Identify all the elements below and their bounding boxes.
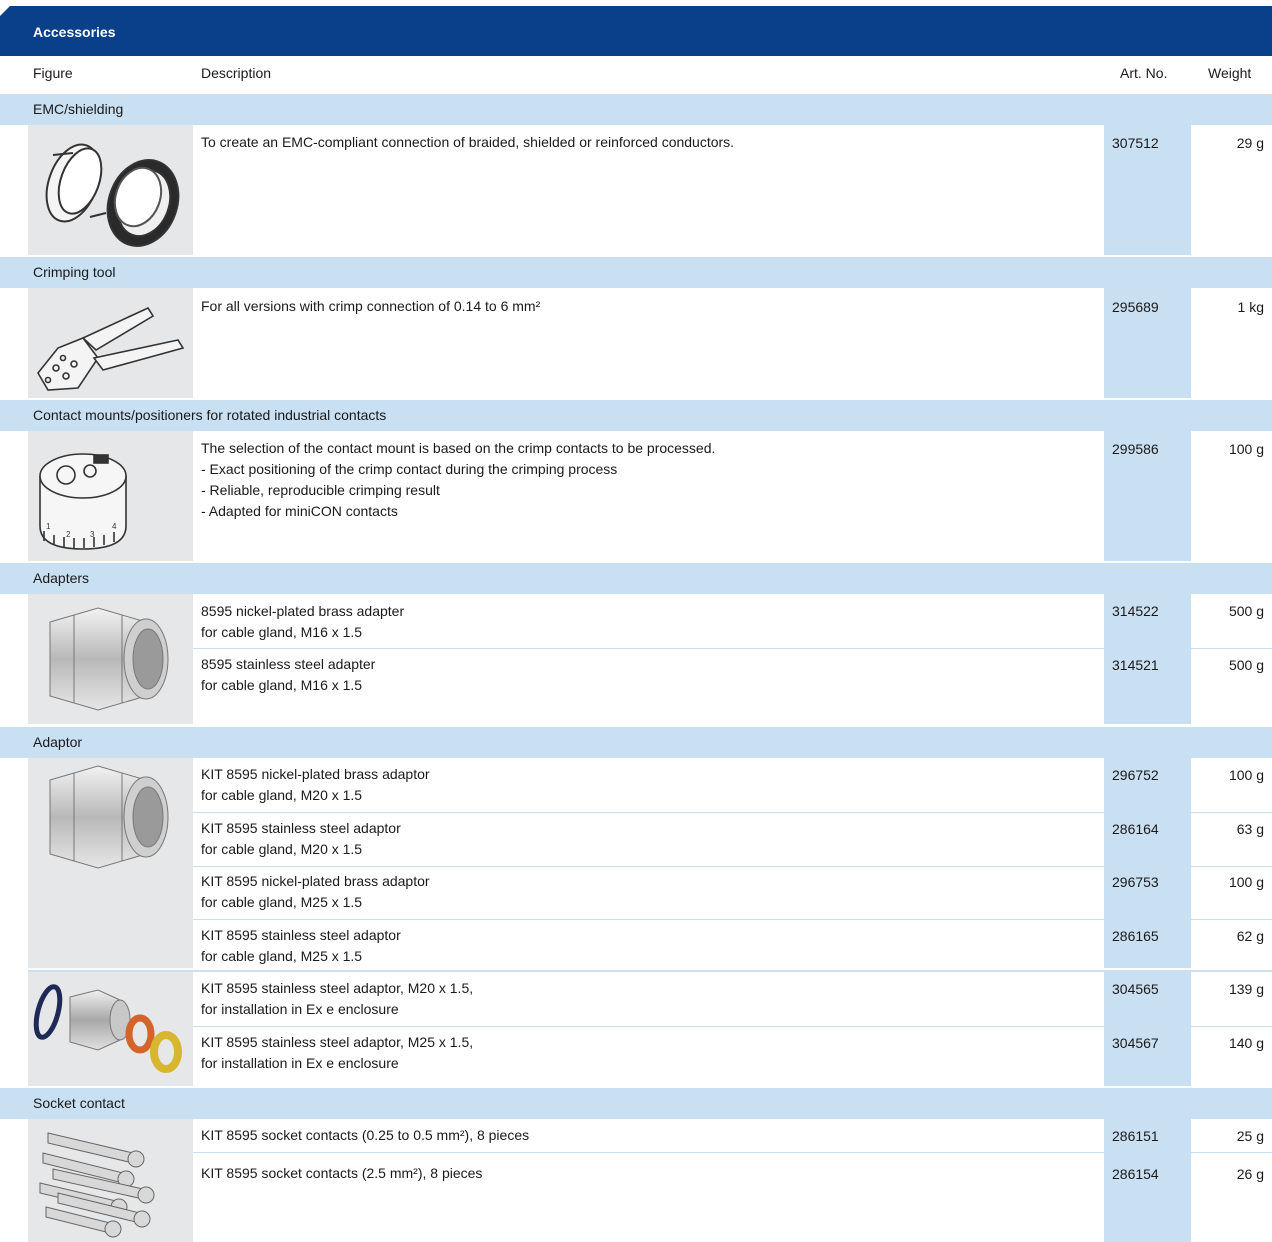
- shielding-ring-icon: [45, 143, 180, 247]
- figure-emc-shielding: [28, 125, 193, 255]
- item-description: KIT 8595 nickel-plated brass adaptor for…: [201, 873, 430, 910]
- item-weight: 500 g: [1228, 657, 1264, 673]
- positioner-number: 2: [66, 530, 71, 539]
- item-art-no: 286165: [1112, 928, 1159, 944]
- item-weight: 63 g: [1236, 821, 1264, 837]
- socket-contacts-icon: [39, 1132, 155, 1238]
- item-art-no: 295689: [1112, 299, 1159, 315]
- figure-crimping-tool: [28, 288, 193, 398]
- column-header-figure: Figure: [33, 65, 73, 81]
- item-description: KIT 8595 stainless steel adaptor, M20 x …: [201, 980, 474, 1017]
- item-weight: 100 g: [1228, 441, 1264, 457]
- item-description: 8595 nickel-plated brass adapter for cab…: [201, 603, 405, 640]
- item-description: For all versions with crimp connection o…: [201, 298, 541, 314]
- contact-mount-icon: 1 2 3 4: [39, 453, 127, 550]
- item-weight: 29 g: [1236, 135, 1264, 151]
- column-header-weight: Weight: [1208, 65, 1252, 81]
- item-description: KIT 8595 nickel-plated brass adaptor for…: [201, 766, 430, 803]
- row-separator: [193, 919, 1272, 920]
- item-weight: 26 g: [1236, 1166, 1264, 1182]
- row-separator: [193, 866, 1272, 867]
- item-description: KIT 8595 stainless steel adaptor, M25 x …: [201, 1034, 474, 1071]
- item-art-no: 286151: [1112, 1128, 1159, 1144]
- ex-e-adaptor-kit-icon: [33, 984, 182, 1073]
- row-separator: [193, 1152, 1272, 1153]
- item-art-no: 304567: [1112, 1035, 1159, 1051]
- item-art-no: 296753: [1112, 874, 1159, 890]
- category-row-socket-contact: Socket contact: [0, 1088, 1272, 1119]
- group-separator: [28, 970, 1272, 972]
- item-art-no: 314522: [1112, 603, 1159, 619]
- item-description: KIT 8595 socket contacts (0.25 to 0.5 mm…: [201, 1127, 530, 1143]
- crimping-tool-icon: [37, 306, 185, 391]
- category-row-adapters: Adapters: [0, 563, 1272, 594]
- figure-adapters: [28, 594, 193, 724]
- positioner-number: 4: [112, 522, 117, 531]
- item-description: The selection of the contact mount is ba…: [201, 440, 716, 519]
- figure-ex-e-adaptor-kit: [28, 972, 193, 1086]
- item-description: 8595 stainless steel adapter for cable g…: [201, 656, 376, 693]
- item-weight: 25 g: [1236, 1128, 1264, 1144]
- section-title: Accessories: [33, 24, 116, 40]
- item-weight: 100 g: [1228, 767, 1264, 783]
- category-label: Adaptor: [33, 734, 83, 750]
- positioner-number: 1: [46, 522, 51, 531]
- item-art-no: 307512: [1112, 135, 1159, 151]
- category-label: Adapters: [33, 570, 90, 586]
- item-art-no: 299586: [1112, 441, 1159, 457]
- item-weight: 500 g: [1228, 603, 1264, 619]
- item-art-no: 314521: [1112, 657, 1159, 673]
- row-separator: [193, 1026, 1272, 1027]
- category-label: Socket contact: [33, 1095, 125, 1111]
- item-description: KIT 8595 socket contacts (2.5 mm²), 8 pi…: [201, 1165, 483, 1181]
- row-separator: [193, 648, 1272, 649]
- item-weight: 100 g: [1228, 874, 1264, 890]
- category-row-emc-shielding: EMC/shielding: [0, 94, 1272, 125]
- category-label: Crimping tool: [33, 264, 116, 280]
- item-weight: 62 g: [1236, 928, 1264, 944]
- item-art-no: 286164: [1112, 821, 1159, 837]
- figure-adaptor: [28, 758, 193, 968]
- figure-socket-contacts: [28, 1119, 193, 1242]
- category-label: Contact mounts/positioners for rotated i…: [33, 407, 387, 423]
- item-weight: 1 kg: [1237, 299, 1264, 315]
- positioner-number: 3: [90, 530, 95, 539]
- item-art-no: 304565: [1112, 981, 1159, 997]
- item-description: KIT 8595 stainless steel adaptor for cab…: [201, 820, 401, 857]
- item-description: To create an EMC-compliant connection of…: [201, 134, 735, 150]
- header-corner: [0, 6, 10, 16]
- section-header: [0, 6, 1272, 56]
- row-separator: [193, 812, 1272, 813]
- item-weight: 140 g: [1228, 1035, 1264, 1051]
- item-art-no: 296752: [1112, 767, 1159, 783]
- column-header-description: Description: [201, 65, 272, 81]
- item-weight: 139 g: [1228, 981, 1264, 997]
- item-description: KIT 8595 stainless steel adaptor for cab…: [201, 927, 401, 964]
- category-label: EMC/shielding: [33, 101, 124, 117]
- adapter-icon: [49, 607, 169, 711]
- category-row-adaptor: Adaptor: [0, 727, 1272, 758]
- adaptor-icon: [49, 765, 169, 869]
- column-header-row: [0, 56, 1272, 93]
- column-header-art-no: Art. No.: [1120, 65, 1168, 81]
- figure-contact-mount: 1 2 3 4: [28, 431, 193, 561]
- item-art-no: 286154: [1112, 1166, 1159, 1182]
- category-row-crimping-tool: Crimping tool: [0, 257, 1272, 288]
- category-row-contact-mounts: Contact mounts/positioners for rotated i…: [0, 400, 1272, 431]
